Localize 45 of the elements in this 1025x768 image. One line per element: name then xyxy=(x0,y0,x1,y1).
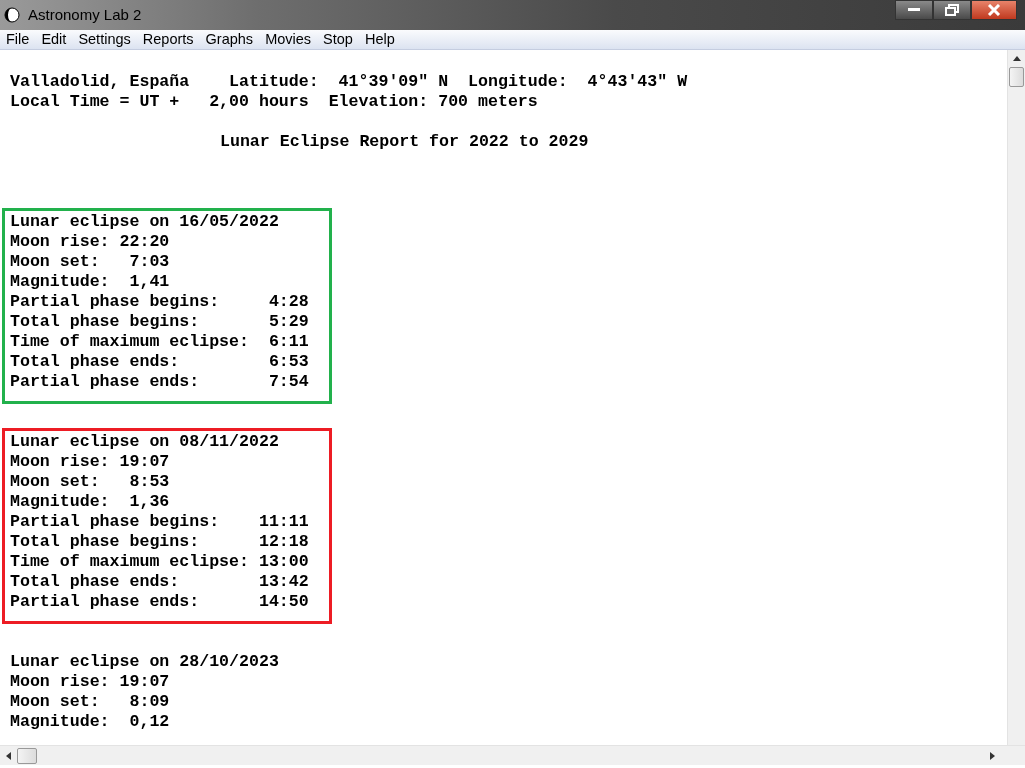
restore-icon xyxy=(945,4,959,16)
eclipse-line: Total phase begins: 5:29 xyxy=(10,312,309,332)
scroll-thumb[interactable] xyxy=(1009,67,1024,87)
eclipse-line: Magnitude: 1,36 xyxy=(10,492,171,512)
minimize-icon xyxy=(908,8,920,12)
eclipse-line: Total phase begins: 12:18 xyxy=(10,532,309,552)
menu-item[interactable]: Reports xyxy=(136,30,200,49)
eclipse-line: Moon rise: 19:07 xyxy=(10,452,171,472)
moon-icon xyxy=(4,7,20,23)
eclipse-line: Magnitude: 1,41 xyxy=(10,272,171,292)
menu-item[interactable]: Edit xyxy=(35,30,73,49)
eclipse-line: Partial phase begins: 4:28 xyxy=(10,292,309,312)
eclipse-line: Lunar eclipse on 28/10/2023 xyxy=(10,652,279,672)
eclipse-line: Moon set: 8:09 xyxy=(10,692,171,712)
eclipse-line: Total phase ends: 13:42 xyxy=(10,572,309,592)
menu-item[interactable]: File xyxy=(0,30,36,49)
eclipse-line: Lunar eclipse on 08/11/2022 xyxy=(10,432,280,452)
close-icon xyxy=(987,4,1001,16)
vertical-scrollbar[interactable] xyxy=(1007,50,1025,745)
scroll-thumb[interactable] xyxy=(17,747,37,764)
eclipse-line: Total phase ends: 6:53 xyxy=(10,352,309,372)
eclipse-line: Time of maximum eclipse: 6:11 xyxy=(10,332,309,352)
eclipse-line: Moon rise: 19:07 xyxy=(10,672,171,692)
eclipse-line: Moon rise: 22:20 xyxy=(10,232,171,252)
menu-item[interactable]: Settings xyxy=(72,30,137,49)
eclipse-line: Partial phase begins: 11:11 xyxy=(10,512,309,532)
menu-item[interactable]: Graphs xyxy=(199,30,260,49)
report-title: Lunar Eclipse Report for 2022 to 2029 xyxy=(219,132,590,152)
eclipse-line: Partial phase ends: 7:54 xyxy=(10,372,309,392)
restore-button[interactable] xyxy=(933,0,971,20)
menu-item[interactable]: Movies xyxy=(259,30,318,49)
eclipse-line: Moon set: 8:53 xyxy=(10,472,171,492)
location-line: Valladolid, España Latitude: 41°39'09" N Longitude: 4°43'43" W xyxy=(10,72,689,92)
menu-item[interactable]: Stop xyxy=(317,30,359,49)
location-line: Local Time = UT + 2,00 hours Elevation: 700 meters xyxy=(10,92,539,112)
minimize-button[interactable] xyxy=(895,0,933,20)
eclipse-line: Partial phase ends: 14:50 xyxy=(10,592,309,612)
window-title: Astronomy Lab 2 xyxy=(28,4,142,25)
close-button[interactable] xyxy=(971,0,1017,20)
eclipse-line: Lunar eclipse on 16/05/2022 xyxy=(10,212,280,232)
horizontal-scrollbar[interactable] xyxy=(0,745,1025,765)
eclipse-line: Magnitude: 0,12 xyxy=(10,712,171,732)
menu-item[interactable]: Help xyxy=(358,30,401,49)
eclipse-line: Time of maximum eclipse: 13:00 xyxy=(10,552,309,572)
eclipse-line: Moon set: 7:03 xyxy=(10,252,171,272)
